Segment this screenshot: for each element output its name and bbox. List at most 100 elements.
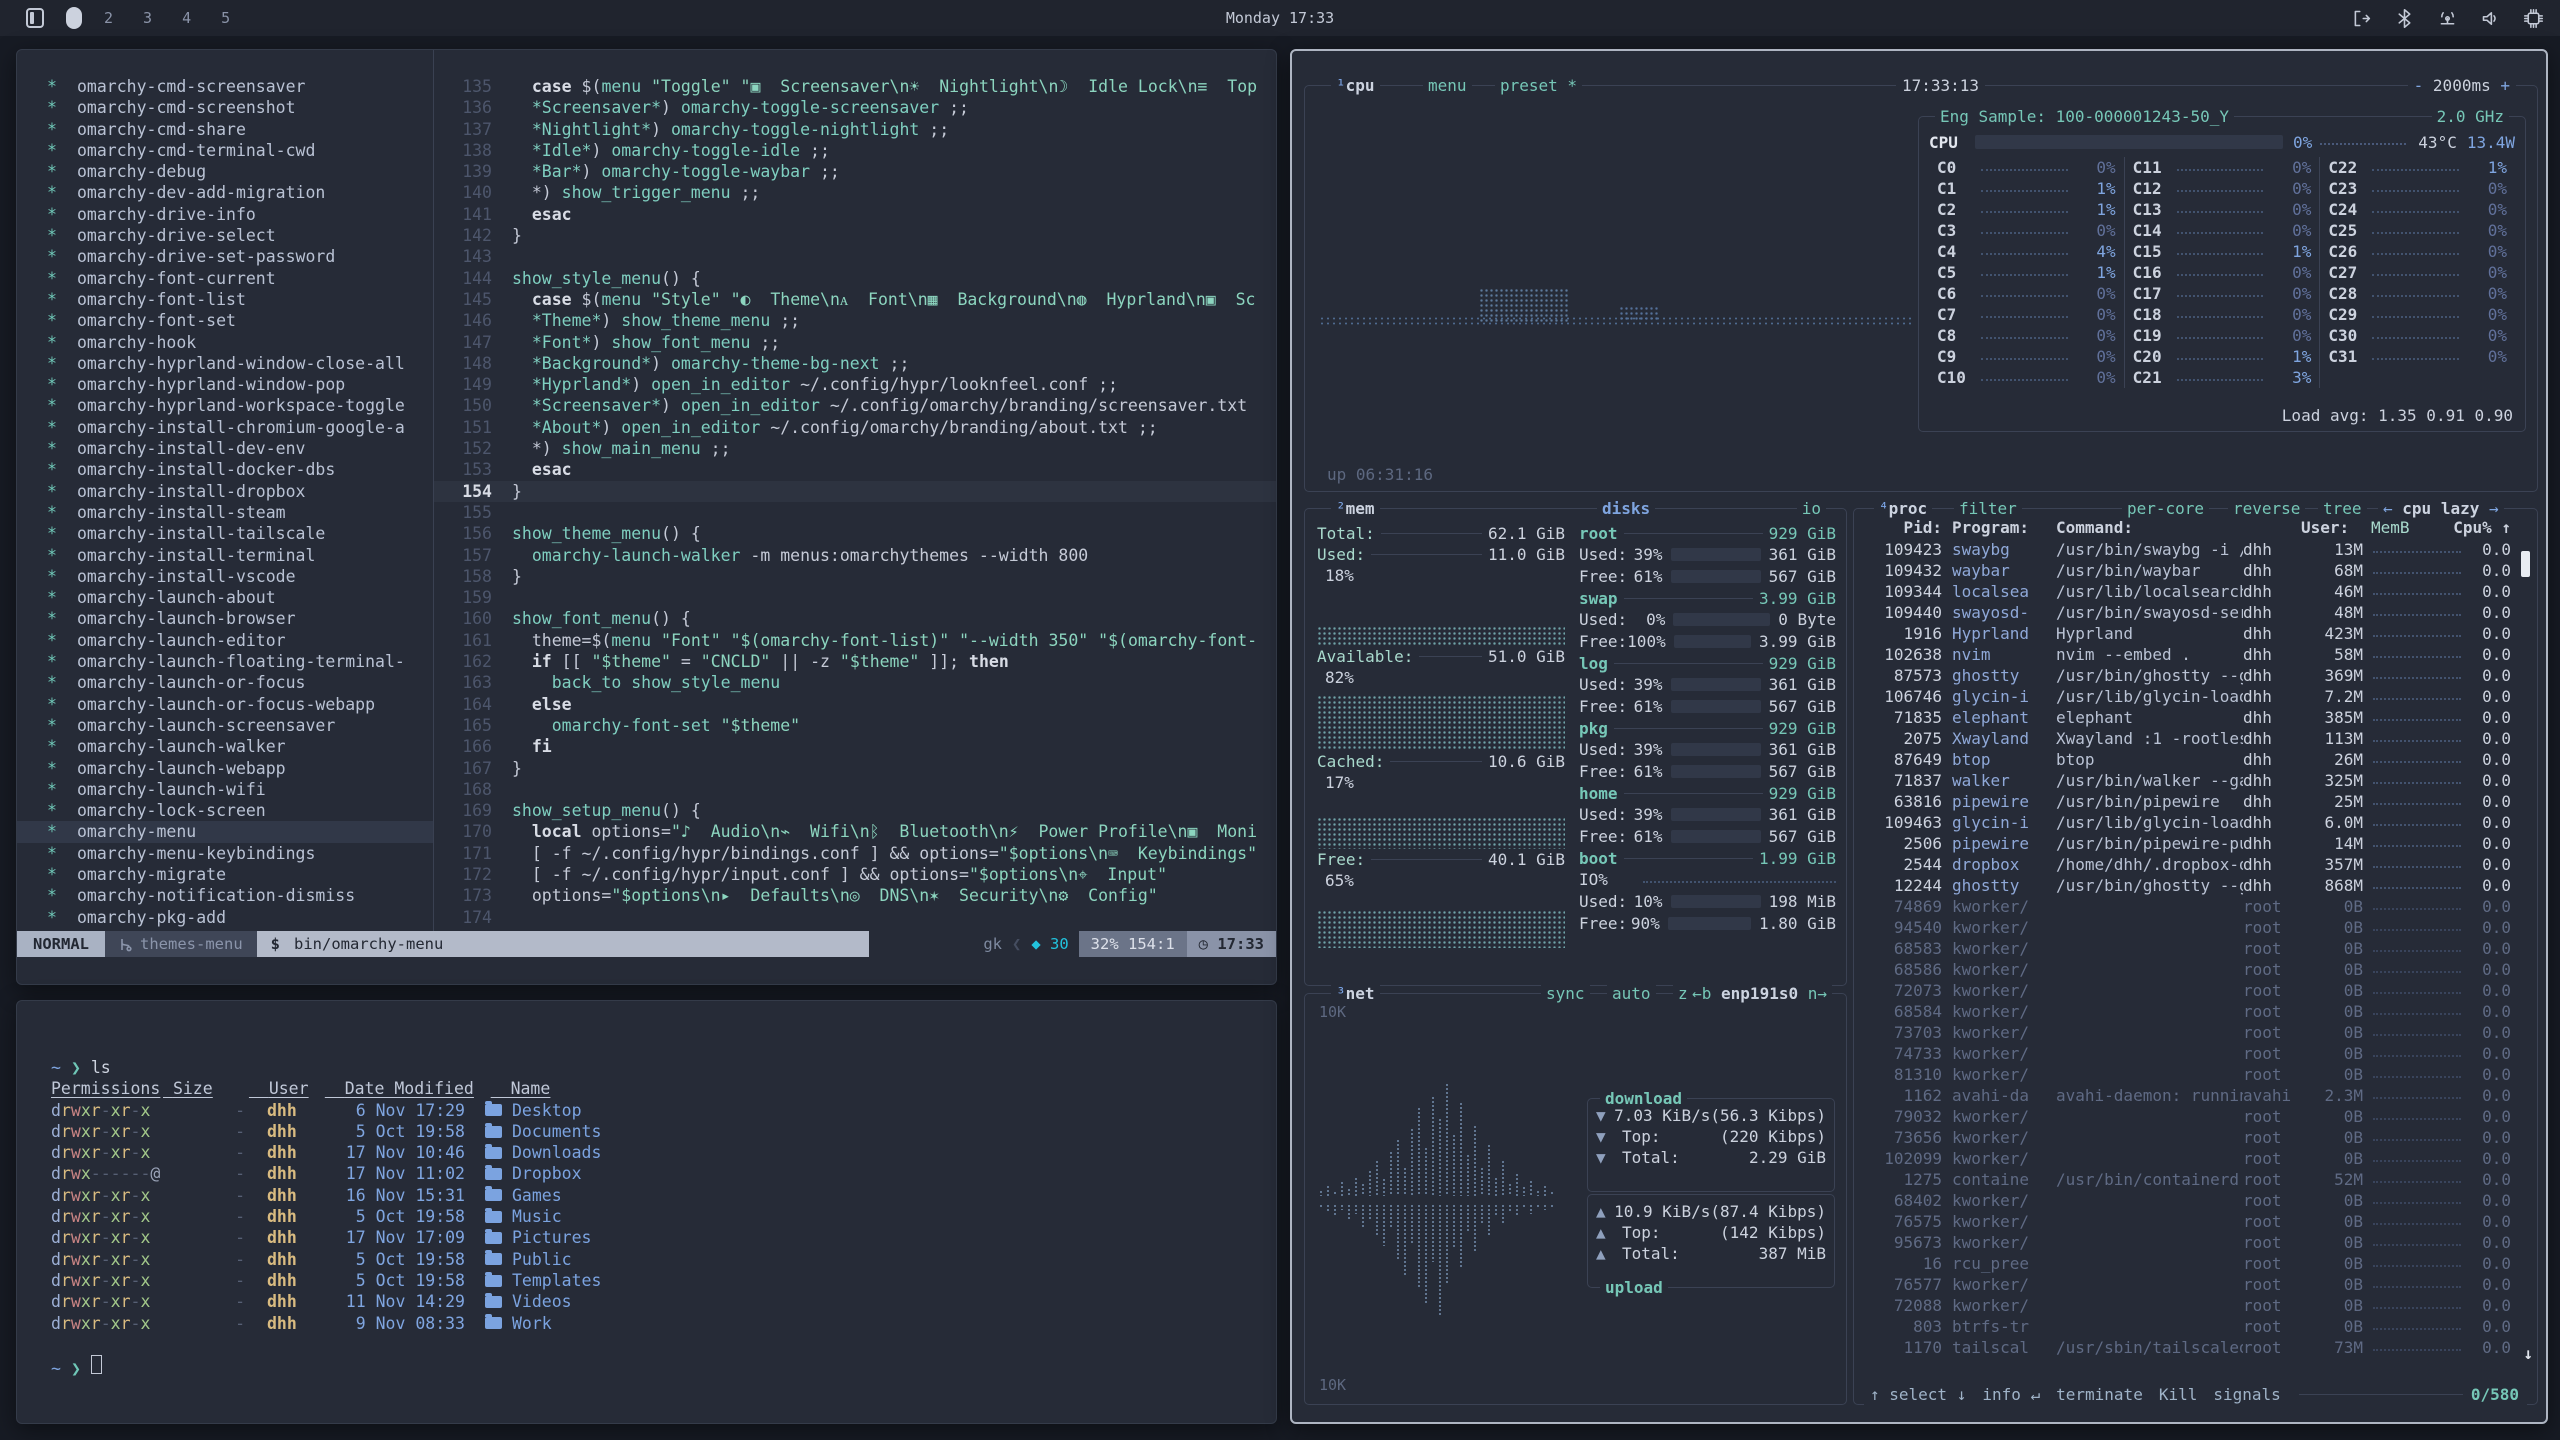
file-item[interactable]: *omarchy-launch-or-focus-webapp <box>17 694 433 715</box>
file-item[interactable]: *omarchy-install-tailscale <box>17 523 433 544</box>
code-line[interactable]: 152 *) show_main_menu ;; <box>434 438 1276 459</box>
code-line[interactable]: 141 esac <box>434 204 1276 225</box>
code-editor[interactable]: 135 case $(menu "Toggle" "▣ Screensaver\… <box>434 50 1276 931</box>
code-line[interactable]: 160show_font_menu() { <box>434 608 1276 629</box>
interface-selector[interactable]: ←b enp191s0 n→ <box>1687 983 1832 1004</box>
process-row[interactable]: 72073 kworker/ root 0B 0.0 <box>1866 980 2511 1001</box>
process-row[interactable]: 2075 Xwayland Xwayland :1 -rootless - dh… <box>1866 728 2511 749</box>
process-row[interactable]: 68402 kworker/ root 0B 0.0 <box>1866 1190 2511 1211</box>
file-item[interactable]: *omarchy-launch-walker <box>17 736 433 757</box>
file-item[interactable]: *omarchy-cmd-screensaver <box>17 76 433 97</box>
process-row[interactable]: 16 rcu_pree root 0B 0.0 <box>1866 1253 2511 1274</box>
code-line[interactable]: 136 *Screensaver*) omarchy-toggle-screen… <box>434 97 1276 118</box>
file-item[interactable]: *omarchy-menu <box>17 821 433 842</box>
file-item[interactable]: *omarchy-launch-browser <box>17 608 433 629</box>
file-item[interactable]: *omarchy-launch-about <box>17 587 433 608</box>
process-row[interactable]: 1275 containe /usr/bin/containerd root 5… <box>1866 1169 2511 1190</box>
process-row[interactable]: 94540 kworker/ root 0B 0.0 <box>1866 917 2511 938</box>
code-line[interactable]: 172 [ -f ~/.config/hypr/input.conf ] && … <box>434 864 1276 885</box>
code-line[interactable]: 150 *Screensaver*) open_in_editor ~/.con… <box>434 395 1276 416</box>
code-line[interactable]: 162 if [[ "$theme" = "CNCLD" || -z "$the… <box>434 651 1276 672</box>
prompt-line-2[interactable]: ~❯ <box>51 1355 1276 1376</box>
process-row[interactable]: 74733 kworker/ root 0B 0.0 <box>1866 1043 2511 1064</box>
code-line[interactable]: 164 else <box>434 694 1276 715</box>
code-line[interactable]: 168 <box>434 779 1276 800</box>
file-item[interactable]: *omarchy-launch-wifi <box>17 779 433 800</box>
process-row[interactable]: 1170 tailscal /usr/sbin/tailscaled -- ro… <box>1866 1337 2511 1358</box>
preset-button[interactable]: preset * <box>1495 75 1582 96</box>
file-item[interactable]: *omarchy-dev-add-migration <box>17 182 433 203</box>
process-row[interactable]: 68584 kworker/ root 0B 0.0 <box>1866 1001 2511 1022</box>
file-item[interactable]: *omarchy-install-steam <box>17 502 433 523</box>
per-core-toggle[interactable]: per-core <box>2122 498 2209 519</box>
update-interval[interactable]: - 2000ms + <box>2408 75 2516 96</box>
file-item[interactable]: *omarchy-install-vscode <box>17 566 433 587</box>
code-line[interactable]: 171 [ -f ~/.config/hypr/bindings.conf ] … <box>434 843 1276 864</box>
file-item[interactable]: *omarchy-drive-select <box>17 225 433 246</box>
file-item[interactable]: *omarchy-install-docker-dbs <box>17 459 433 480</box>
code-line[interactable]: 139 *Bar*) omarchy-toggle-waybar ;; <box>434 161 1276 182</box>
process-row[interactable]: 72088 kworker/ root 0B 0.0 <box>1866 1295 2511 1316</box>
process-row[interactable]: 106746 glycin-i /usr/lib/glycin-loaders … <box>1866 686 2511 707</box>
file-item[interactable]: *omarchy-lock-screen <box>17 800 433 821</box>
tab-proc[interactable]: ⁴proc <box>1874 498 1932 519</box>
tree-toggle[interactable]: tree <box>2318 498 2367 519</box>
process-row[interactable]: 109344 localsea /usr/lib/localsearch-ex … <box>1866 581 2511 602</box>
file-item[interactable]: *omarchy-hyprland-window-close-all <box>17 353 433 374</box>
process-row[interactable]: 102099 kworker/ root 0B 0.0 <box>1866 1148 2511 1169</box>
code-line[interactable]: 140 *) show_trigger_menu ;; <box>434 182 1276 203</box>
file-item[interactable]: *omarchy-migrate <box>17 864 433 885</box>
process-row[interactable]: 1162 avahi-da avahi-daemon: running [ av… <box>1866 1085 2511 1106</box>
proc-scrollbar-thumb[interactable] <box>2521 551 2530 577</box>
file-item[interactable]: *omarchy-debug <box>17 161 433 182</box>
code-line[interactable]: 138 *Idle*) omarchy-toggle-idle ;; <box>434 140 1276 161</box>
process-row[interactable]: 74869 kworker/ root 0B 0.0 <box>1866 896 2511 917</box>
code-line[interactable]: 174 <box>434 907 1276 928</box>
file-item[interactable]: *omarchy-drive-info <box>17 204 433 225</box>
tab-mem[interactable]: ²mem <box>1331 498 1380 519</box>
file-item[interactable]: *omarchy-install-chromium-google-a <box>17 417 433 438</box>
code-line[interactable]: 167} <box>434 758 1276 779</box>
process-row[interactable]: 87649 btop btop dhh 26M 0.0 <box>1866 749 2511 770</box>
process-row[interactable]: 2506 pipewire /usr/bin/pipewire-pulse dh… <box>1866 833 2511 854</box>
file-item[interactable]: *omarchy-launch-or-focus <box>17 672 433 693</box>
scroll-down-indicator[interactable]: ↓ <box>2523 1343 2533 1364</box>
file-item[interactable]: *omarchy-cmd-screenshot <box>17 97 433 118</box>
process-row[interactable]: 803 btrfs-tr root 0B 0.0 <box>1866 1316 2511 1337</box>
code-line[interactable]: 142} <box>434 225 1276 246</box>
file-item[interactable]: *omarchy-install-dev-env <box>17 438 433 459</box>
sort-selector[interactable]: ← cpu lazy → <box>2378 498 2504 519</box>
code-line[interactable]: 147 *Font*) show_font_menu ;; <box>434 332 1276 353</box>
code-line[interactable]: 155 <box>434 502 1276 523</box>
code-line[interactable]: 151 *About*) open_in_editor ~/.config/om… <box>434 417 1276 438</box>
file-item[interactable]: *omarchy-notification-dismiss <box>17 885 433 906</box>
filter-button[interactable]: filter <box>1954 498 2022 519</box>
file-item[interactable]: *omarchy-launch-webapp <box>17 758 433 779</box>
tab-cpu[interactable]: ¹cpu <box>1331 75 1380 96</box>
process-row[interactable]: 109432 waybar /usr/bin/waybar dhh 68M 0.… <box>1866 560 2511 581</box>
auto-toggle[interactable]: auto <box>1607 983 1656 1004</box>
terminal-window[interactable]: ~❯ls Permissions.Size..User..Date Modifi… <box>16 1000 1277 1424</box>
sync-toggle[interactable]: sync <box>1541 983 1590 1004</box>
code-line[interactable]: 153 esac <box>434 459 1276 480</box>
file-item[interactable]: *omarchy-cmd-share <box>17 119 433 140</box>
code-line[interactable]: 161 theme=$(menu "Font" "$(omarchy-font-… <box>434 630 1276 651</box>
file-item[interactable]: *omarchy-launch-floating-terminal- <box>17 651 433 672</box>
process-row[interactable]: 102638 nvim nvim --embed . dhh 58M 0.0 <box>1866 644 2511 665</box>
process-row[interactable]: 79032 kworker/ root 0B 0.0 <box>1866 1106 2511 1127</box>
code-line[interactable]: 143 <box>434 246 1276 267</box>
file-item[interactable]: *omarchy-hook <box>17 332 433 353</box>
io-toggle[interactable]: io <box>1797 498 1826 519</box>
process-row[interactable]: 95673 kworker/ root 0B 0.0 <box>1866 1232 2511 1253</box>
footer-hint[interactable]: Kill <box>2153 1384 2204 1405</box>
code-line[interactable]: 166 fi <box>434 736 1276 757</box>
file-item[interactable]: *omarchy-font-list <box>17 289 433 310</box>
process-row[interactable]: 71835 elephant elephant dhh 385M 0.0 <box>1866 707 2511 728</box>
code-line[interactable]: 146 *Theme*) show_theme_menu ;; <box>434 310 1276 331</box>
footer-hint[interactable]: ↑ select ↓ <box>1864 1384 1972 1405</box>
process-row[interactable]: 12244 ghostty /usr/bin/ghostty --gtk- dh… <box>1866 875 2511 896</box>
process-row[interactable]: 73656 kworker/ root 0B 0.0 <box>1866 1127 2511 1148</box>
code-line[interactable]: 163 back_to show_style_menu <box>434 672 1276 693</box>
footer-hint[interactable]: info ↵ <box>1976 1384 2046 1405</box>
code-line[interactable]: 170 local options="♪ Audio\n⌁ Wifi\nᛒ Bl… <box>434 821 1276 842</box>
